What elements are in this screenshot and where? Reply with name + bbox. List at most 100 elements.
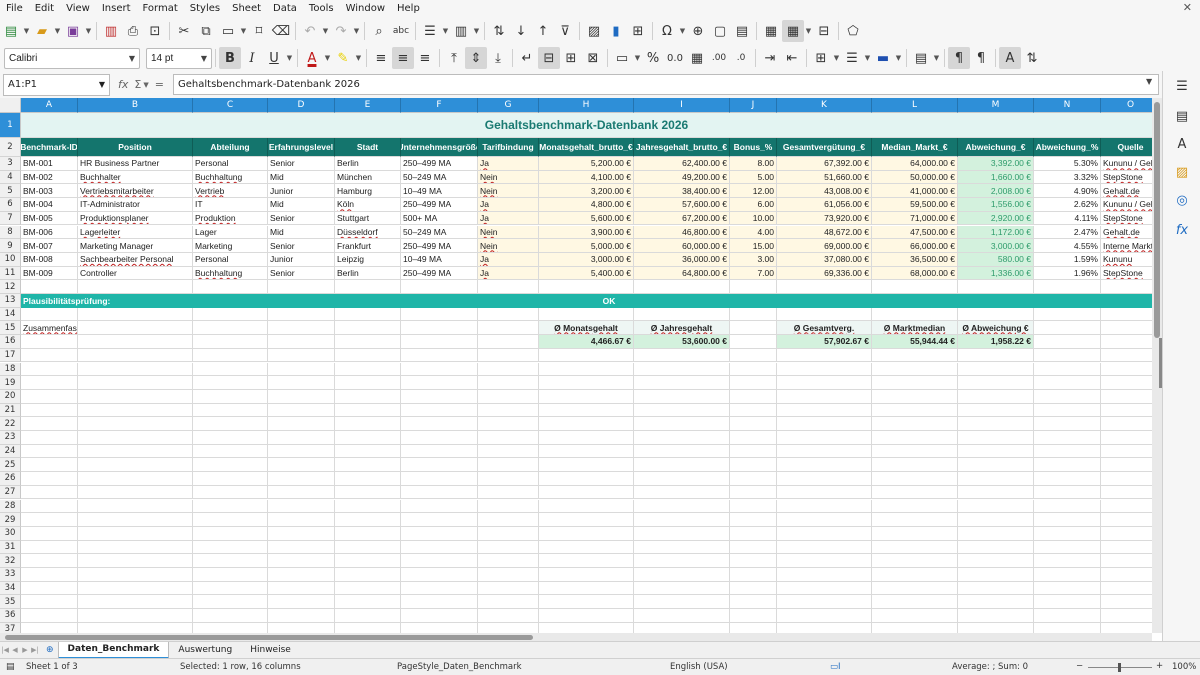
cell[interactable] (21, 554, 78, 568)
border-style-icon[interactable]: ☰ (841, 47, 863, 69)
summary-header[interactable]: Ø Monatsgehalt (539, 321, 634, 336)
table-cell[interactable]: Junior (268, 252, 335, 267)
cell[interactable] (193, 348, 268, 363)
cell[interactable] (958, 595, 1034, 610)
table-cell[interactable]: BM-005 (21, 211, 78, 226)
cell[interactable] (730, 595, 777, 610)
cell[interactable] (478, 280, 539, 294)
select-all-corner[interactable] (0, 98, 21, 113)
cell[interactable] (1034, 540, 1101, 555)
cell[interactable] (78, 403, 193, 418)
table-cell[interactable]: 50,000.00 € (872, 170, 958, 185)
cell[interactable] (539, 389, 634, 404)
summary-value[interactable]: 55,944.44 € (872, 335, 958, 349)
header-cell[interactable]: Abweichung_€ (958, 138, 1034, 157)
header-cell[interactable]: Bonus_% (730, 138, 777, 157)
cell[interactable] (21, 335, 78, 349)
table-cell[interactable]: BM-008 (21, 252, 78, 267)
font-color-icon[interactable]: A (301, 47, 323, 69)
cell[interactable] (539, 376, 634, 390)
cell[interactable] (478, 513, 539, 527)
cell[interactable] (539, 307, 634, 322)
cell[interactable] (478, 581, 539, 596)
cell[interactable] (268, 389, 335, 404)
cell[interactable] (634, 581, 730, 596)
summary-value[interactable]: 1,958.22 € (958, 335, 1034, 349)
table-cell[interactable]: Vertrieb (193, 184, 268, 199)
cell[interactable] (1101, 458, 1152, 473)
sort-ascending-icon[interactable]: ↓ (510, 20, 532, 42)
column-header-n[interactable]: N (1034, 98, 1101, 113)
comment-icon[interactable]: ▢ (709, 20, 731, 42)
cell[interactable] (539, 554, 634, 568)
cell[interactable] (872, 609, 958, 623)
table-cell[interactable]: 5.00 (730, 170, 777, 185)
cell[interactable] (78, 376, 193, 390)
column-header-f[interactable]: F (401, 98, 478, 113)
cell[interactable] (1101, 541, 1152, 555)
row-header-28[interactable]: 28 (0, 499, 21, 514)
define-print-area-icon[interactable]: ▦ (760, 20, 782, 42)
cell[interactable] (401, 581, 478, 596)
cell[interactable] (539, 485, 634, 500)
table-cell[interactable]: 51,660.00 € (777, 170, 872, 185)
row-header-30[interactable]: 30 (0, 526, 21, 541)
table-cell[interactable]: 8.00 (730, 157, 777, 171)
cell[interactable] (268, 609, 335, 623)
cell[interactable] (777, 513, 872, 527)
cell[interactable] (193, 431, 268, 445)
cell[interactable] (1101, 582, 1152, 596)
table-cell[interactable]: 1.96% (1034, 266, 1101, 281)
formula-equals-icon[interactable]: = (155, 78, 164, 91)
cell[interactable] (335, 431, 401, 445)
cell[interactable] (193, 622, 268, 633)
cell[interactable] (1034, 444, 1101, 459)
table-cell[interactable]: 1.59% (1034, 252, 1101, 267)
cell[interactable] (401, 609, 478, 623)
cell[interactable] (193, 280, 268, 294)
cell[interactable] (634, 540, 730, 555)
cell[interactable] (1101, 472, 1152, 486)
insert-chart-icon[interactable]: ▮ (605, 20, 627, 42)
cell[interactable] (335, 540, 401, 555)
table-cell[interactable]: 250–499 MA (401, 239, 478, 253)
row-header-25[interactable]: 25 (0, 458, 21, 473)
highlight-color-icon[interactable]: ✎ (332, 47, 354, 69)
cell[interactable] (21, 581, 78, 596)
cell[interactable] (872, 403, 958, 418)
conditional-dropdown-icon[interactable]: ▼ (932, 47, 941, 69)
table-cell[interactable]: Gehalt.de (1101, 184, 1152, 199)
cell[interactable] (78, 609, 193, 623)
cell[interactable] (872, 595, 958, 610)
row-header-24[interactable]: 24 (0, 444, 21, 459)
cell[interactable] (193, 568, 268, 582)
row-header-27[interactable]: 27 (0, 485, 21, 500)
table-cell[interactable]: Nein (478, 170, 539, 185)
cell[interactable] (21, 458, 78, 473)
table-cell[interactable]: Lager (193, 225, 268, 240)
cell[interactable] (634, 609, 730, 623)
column-header-o[interactable]: O (1101, 98, 1152, 113)
cell[interactable] (777, 444, 872, 459)
summary-header[interactable]: Ø Jahresgehalt (634, 321, 730, 336)
cell[interactable] (634, 554, 730, 568)
cell[interactable] (193, 321, 268, 336)
cell[interactable] (21, 348, 78, 363)
cell[interactable] (335, 403, 401, 418)
cell[interactable] (1034, 595, 1101, 610)
cell[interactable] (958, 622, 1034, 633)
table-cell[interactable]: Personal (193, 157, 268, 171)
row-header-16[interactable]: 16 (0, 335, 21, 349)
border-color-icon[interactable]: ▬ (872, 47, 894, 69)
cell[interactable] (401, 540, 478, 555)
sum-icon[interactable]: Σ (134, 78, 141, 91)
cell[interactable] (193, 540, 268, 555)
cell[interactable] (539, 526, 634, 541)
cell[interactable] (730, 458, 777, 473)
cell[interactable] (730, 362, 777, 377)
name-box[interactable]: A1:P1 ▼ (3, 73, 110, 96)
table-cell[interactable]: 47,500.00 € (872, 225, 958, 240)
cell[interactable] (730, 389, 777, 404)
cell[interactable] (78, 417, 193, 431)
cell[interactable] (478, 540, 539, 555)
